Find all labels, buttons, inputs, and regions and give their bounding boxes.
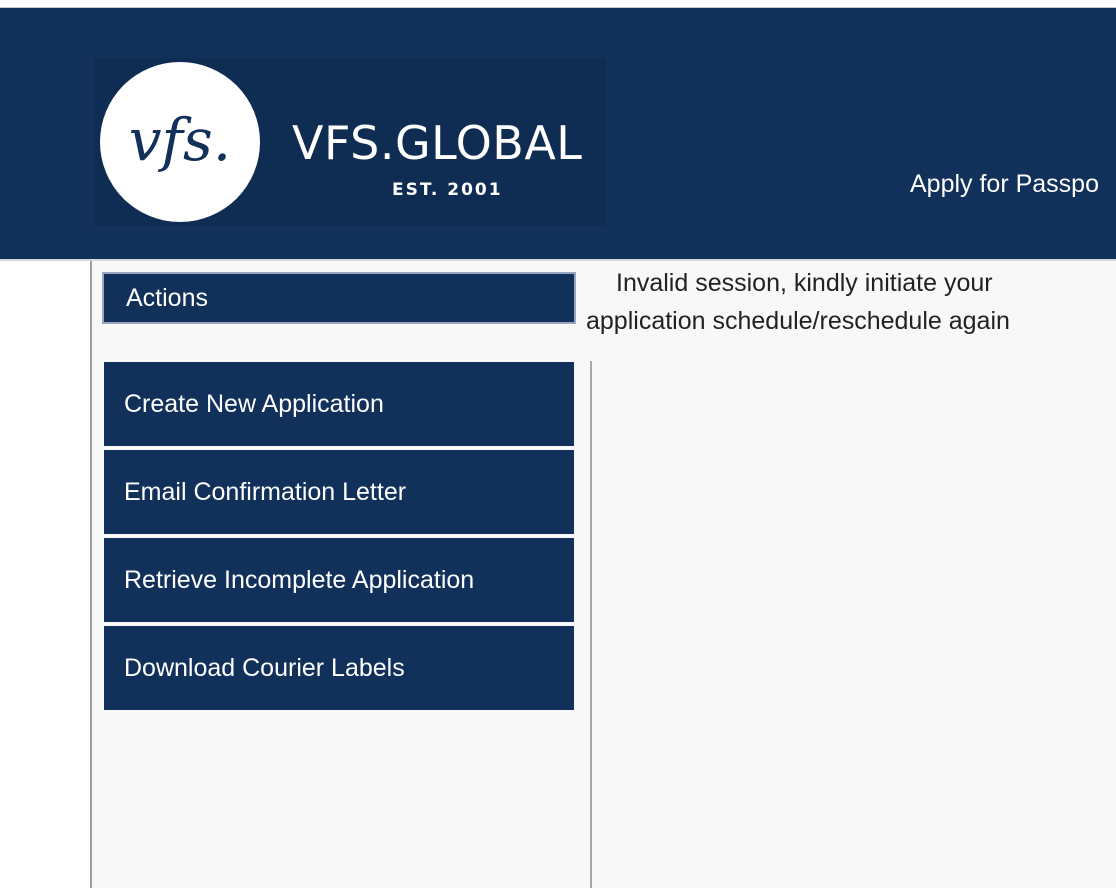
top-rule: [0, 0, 1116, 8]
site-header: vfs. VFS.GLOBAL EST. 2001 Apply for Pass…: [0, 8, 1116, 259]
logo-monogram-circle: vfs.: [100, 62, 260, 222]
email-confirmation-letter-button[interactable]: Email Confirmation Letter: [104, 450, 574, 534]
download-courier-labels-button[interactable]: Download Courier Labels: [104, 626, 574, 710]
retrieve-incomplete-application-button[interactable]: Retrieve Incomplete Application: [104, 538, 574, 622]
create-new-application-button[interactable]: Create New Application: [104, 362, 574, 446]
sidebar-divider: [590, 361, 592, 888]
logo-wordmark: VFS.GLOBAL: [292, 116, 583, 170]
actions-header: Actions: [102, 272, 576, 324]
vfs-monogram-icon: vfs.: [129, 106, 231, 174]
session-error-line-1: Invalid session, kindly initiate your: [616, 269, 993, 297]
page: vfs. VFS.GLOBAL EST. 2001 Apply for Pass…: [0, 0, 1116, 888]
session-error-message: Invalid session, kindly initiate your ap…: [586, 264, 1106, 340]
vfs-global-logo[interactable]: vfs. VFS.GLOBAL EST. 2001: [94, 58, 606, 226]
svg-text:vfs.: vfs.: [129, 106, 231, 174]
nav-apply-passport-link[interactable]: Apply for Passpo: [910, 169, 1099, 199]
logo-established: EST. 2001: [392, 180, 503, 200]
session-error-line-2: application schedule/reschedule again: [586, 307, 1010, 335]
